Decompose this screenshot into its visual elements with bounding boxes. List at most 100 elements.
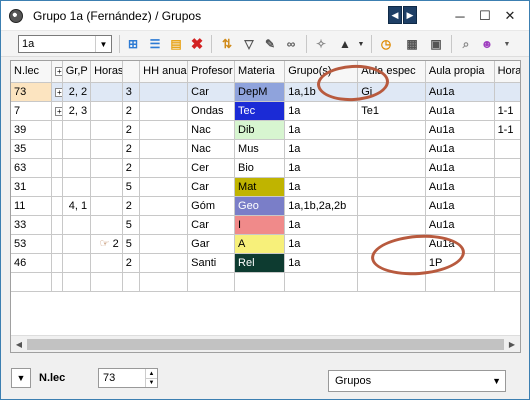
table-cell[interactable] <box>90 177 123 197</box>
col-header[interactable]: Horas dobl. <box>494 61 520 83</box>
table-cell[interactable]: Car <box>187 82 236 102</box>
table-cell[interactable]: 1a <box>284 253 359 273</box>
table-cell[interactable] <box>357 139 426 159</box>
table-cell[interactable]: A <box>234 234 286 254</box>
scrollbar-thumb[interactable] <box>27 339 504 350</box>
delete-icon[interactable]: ✖ <box>189 36 205 53</box>
table-cell[interactable] <box>234 272 286 292</box>
edit-icon[interactable]: ✎ <box>262 36 278 52</box>
spin-down-icon[interactable]: ▼ <box>145 378 157 387</box>
close-icon[interactable]: ✕ <box>501 7 519 25</box>
table-cell[interactable] <box>51 272 63 292</box>
table-cell[interactable] <box>139 196 189 216</box>
table-row[interactable]: 46 2 Santi Rel 1a 1P <box>11 253 520 273</box>
table-cell[interactable] <box>494 177 520 197</box>
table-cell[interactable] <box>51 139 63 159</box>
table-cell[interactable]: Te1 <box>357 101 426 121</box>
chevron-down-icon[interactable]: ▼ <box>11 368 31 388</box>
table-cell[interactable] <box>90 215 123 235</box>
filter-icon[interactable]: ▽ <box>241 36 257 52</box>
expand-row-icon[interactable]: + <box>54 87 62 97</box>
table-cell[interactable] <box>357 234 426 254</box>
link-icon[interactable]: ∞ <box>283 36 299 52</box>
table-cell[interactable]: Mus <box>234 139 286 159</box>
table-cell[interactable]: Au1a <box>425 82 495 102</box>
table-cell[interactable] <box>494 82 520 102</box>
col-header[interactable]: Aula propia <box>425 61 495 83</box>
table-cell[interactable] <box>139 177 189 197</box>
table-cell[interactable]: 5 <box>122 234 141 254</box>
table-cell[interactable]: Cer <box>187 158 236 178</box>
next-icon[interactable]: ▶ <box>403 6 417 24</box>
table-cell[interactable]: 31 <box>11 177 52 197</box>
table-cell[interactable]: 2 <box>122 253 141 273</box>
table-cell[interactable]: Car <box>187 215 236 235</box>
table-cell[interactable] <box>11 272 52 292</box>
table-cell[interactable] <box>51 120 63 140</box>
col-header[interactable]: Horas <box>90 61 123 83</box>
table-cell[interactable] <box>122 272 141 292</box>
previous-icon[interactable]: ◀ <box>388 6 402 24</box>
table-cell[interactable] <box>90 253 123 273</box>
table-cell[interactable]: 46 <box>11 253 52 273</box>
list-icon[interactable]: ☰ <box>147 36 163 52</box>
table-cell[interactable]: 1P <box>425 253 495 273</box>
table-row[interactable] <box>11 272 520 292</box>
table-cell[interactable]: Au1a <box>425 196 495 216</box>
print-preview-icon[interactable]: ⌕ <box>458 36 474 52</box>
expand-all-icon[interactable]: + <box>54 67 62 77</box>
col-header[interactable]: HH anua <box>139 61 189 83</box>
table-cell[interactable]: 7 <box>11 101 52 121</box>
table-cell[interactable]: 2 <box>122 196 141 216</box>
table-cell[interactable] <box>139 215 189 235</box>
table-cell[interactable]: 2 <box>122 120 141 140</box>
table-cell[interactable]: Gi <box>357 82 426 102</box>
col-header[interactable]: Gr,P <box>62 61 92 83</box>
table-cell[interactable]: Au1a <box>425 158 495 178</box>
table-cell[interactable] <box>139 82 189 102</box>
table-cell[interactable] <box>90 101 123 121</box>
table-cell[interactable]: 1a <box>284 120 359 140</box>
table-cell[interactable] <box>494 234 520 254</box>
table-cell[interactable] <box>90 82 123 102</box>
table-cell[interactable]: 5 <box>122 215 141 235</box>
table-row[interactable]: 11 4, 1 2 Góm Geo 1a,1b,2a,2b Au1a <box>11 196 520 216</box>
table-cell[interactable] <box>51 234 63 254</box>
table-cell[interactable]: Góm <box>187 196 236 216</box>
col-header[interactable]: N.lec <box>11 61 52 83</box>
table-cell[interactable]: ☞ 2 <box>90 234 123 254</box>
clock-icon[interactable]: ◷ <box>378 36 394 52</box>
table-cell[interactable] <box>139 234 189 254</box>
table-row[interactable]: 35 2 Nac Mus 1a Au1a <box>11 139 520 159</box>
table-cell[interactable]: Au1a <box>425 120 495 140</box>
table-cell[interactable] <box>51 253 63 273</box>
table-cell[interactable] <box>62 272 92 292</box>
table-cell[interactable] <box>284 272 359 292</box>
table-cell[interactable]: 2 <box>122 139 141 159</box>
magic-wand-icon[interactable]: ✧ <box>313 36 329 52</box>
table-cell[interactable]: 4, 1 <box>62 196 92 216</box>
table-cell[interactable] <box>51 196 63 216</box>
table-cell[interactable] <box>90 120 123 140</box>
table-cell[interactable]: 2, 3 <box>62 101 92 121</box>
table-row[interactable]: 7 +2, 3 2 Ondas Tec 1a Te1 Au1a 1-1 <box>11 101 520 121</box>
table-cell[interactable]: Geo <box>234 196 286 216</box>
table-cell[interactable] <box>357 253 426 273</box>
table-cell[interactable] <box>187 272 236 292</box>
table-cell[interactable]: Au1a <box>425 215 495 235</box>
spin-up-icon[interactable]: ▲ <box>145 369 157 378</box>
scroll-left-icon[interactable]: ◀ <box>12 338 26 350</box>
table-cell[interactable]: 63 <box>11 158 52 178</box>
sort-icon[interactable]: ⇅ <box>219 36 235 52</box>
field-value-spinner[interactable]: 73 ▲ ▼ <box>98 368 158 388</box>
table-cell[interactable]: 39 <box>11 120 52 140</box>
table-cell[interactable]: Ondas <box>187 101 236 121</box>
col-header[interactable]: Materia <box>234 61 286 83</box>
table-cell[interactable]: Au1a <box>425 177 495 197</box>
graduation-cap-icon[interactable]: ▲ <box>337 36 353 52</box>
col-header[interactable]: Grupo(s) <box>284 61 359 83</box>
table-cell[interactable]: 73 <box>11 82 52 102</box>
table-cell[interactable] <box>494 196 520 216</box>
new-document-icon[interactable]: ▤ <box>168 36 184 52</box>
table-cell[interactable] <box>494 139 520 159</box>
